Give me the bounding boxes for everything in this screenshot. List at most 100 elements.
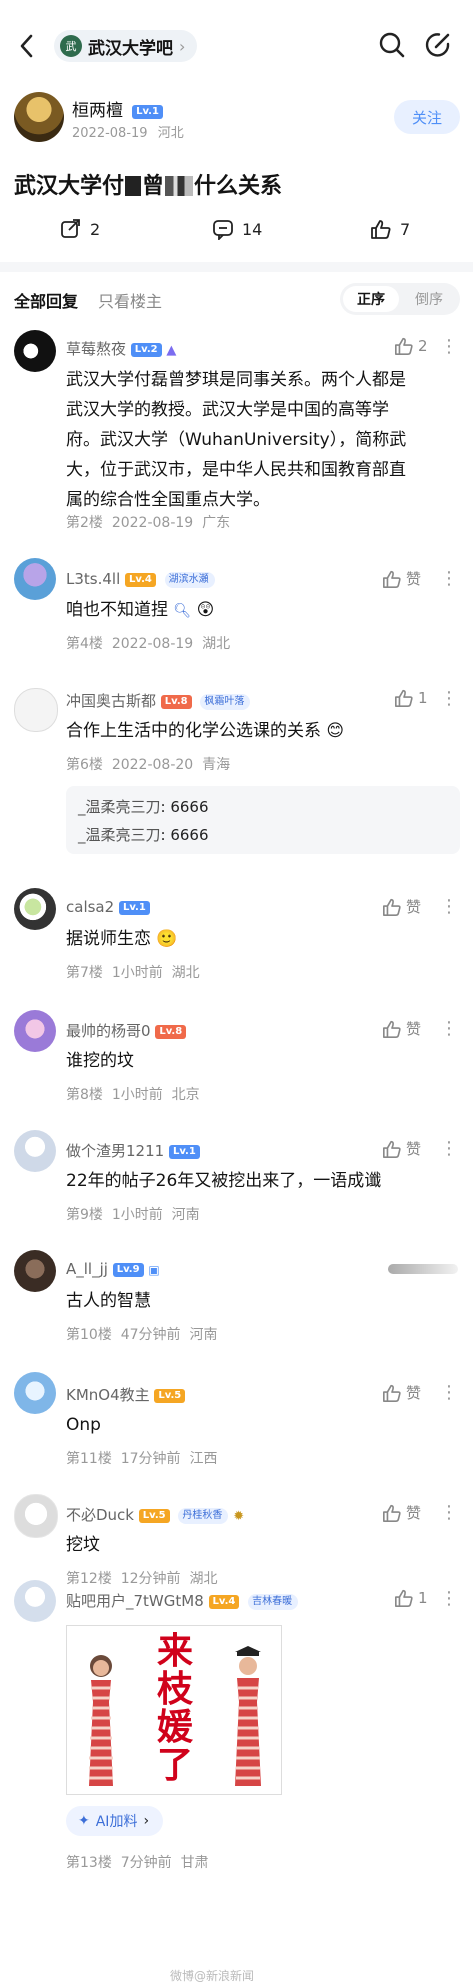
like-button[interactable]: 7 <box>370 218 410 240</box>
comment-avatar[interactable] <box>14 688 58 732</box>
chevron-right-icon: › <box>143 1813 150 1829</box>
order-asc[interactable]: 正序 <box>343 286 399 312</box>
comment-username[interactable]: 最帅的杨哥0 <box>66 1022 151 1040</box>
thumbs-up-icon <box>383 1140 401 1158</box>
more-options-icon[interactable]: ⋮ <box>440 336 458 357</box>
sub-reply-user[interactable]: _温柔亮三刀 <box>78 826 161 844</box>
comment-like-button[interactable]: 2 <box>394 336 428 356</box>
comment-username[interactable]: 做个渣男1211 <box>66 1142 164 1160</box>
floor-number: 第12楼 <box>66 1571 112 1587</box>
ai-addon-label: AI加料 <box>95 1814 138 1830</box>
thumbs-up-icon <box>383 570 401 588</box>
comment-username[interactable]: A_ll_jj <box>66 1260 108 1278</box>
comment-like-button[interactable]: 赞 <box>382 1502 421 1523</box>
comment-username[interactable]: calsa2 <box>66 898 114 916</box>
comment-username-row: A_ll_jj Lv.9 ▣ <box>66 1260 160 1278</box>
comment-username[interactable]: 草莓熬夜 <box>66 340 126 358</box>
share-button[interactable]: 2 <box>60 218 100 240</box>
level-badge: Lv.1 <box>168 1144 200 1159</box>
search-icon[interactable]: 🔍︎ <box>173 603 191 619</box>
more-options-icon[interactable]: ⋮ <box>440 1138 458 1159</box>
comment-time: 1小时前 <box>111 965 163 981</box>
order-desc[interactable]: 倒序 <box>401 286 457 312</box>
comment-like-button[interactable]: 赞 <box>382 568 421 589</box>
op-username[interactable]: 桓两檀 <box>72 101 123 121</box>
more-options-icon[interactable]: ⋮ <box>440 568 458 589</box>
more-options-icon[interactable]: ⋮ <box>440 896 458 917</box>
comment-avatar[interactable] <box>14 330 56 372</box>
level-badge: Lv.9 <box>112 1262 144 1277</box>
comment-time: 2022-08-19 <box>111 515 194 531</box>
thumbs-up-icon <box>395 1589 413 1607</box>
comment-avatar[interactable] <box>14 1580 56 1622</box>
comment-username[interactable]: 冲国奥古斯都 <box>66 692 156 710</box>
comment-avatar[interactable] <box>14 1130 56 1172</box>
more-options-icon[interactable]: ⋮ <box>440 1502 458 1523</box>
thumbs-up-icon <box>383 1384 401 1402</box>
sub-reply-user[interactable]: _温柔亮三刀 <box>78 798 161 816</box>
more-options-icon[interactable]: ⋮ <box>440 688 458 709</box>
floor-number: 第2楼 <box>66 515 103 531</box>
comment-button[interactable]: 14 <box>212 218 262 240</box>
comment-username[interactable]: L3ts.4ll <box>66 570 120 588</box>
comment-avatar[interactable] <box>14 558 56 600</box>
sub-replies[interactable]: _温柔亮三刀: 6666 _温柔亮三刀: 6666 <box>66 786 460 854</box>
sub-reply: _温柔亮三刀: 6666 <box>78 824 209 845</box>
ai-addon-button[interactable]: ✦ AI加料 › <box>66 1806 164 1836</box>
meme-image[interactable]: 来 枝 媛 了 <box>66 1625 282 1795</box>
comment-username[interactable]: 不必Duck <box>66 1506 134 1524</box>
comment-like-button[interactable]: 赞 <box>382 1382 421 1403</box>
comment-meta: 第12楼 12分钟前 湖北 <box>66 1568 217 1588</box>
comment-like-label: 赞 <box>406 1020 422 1038</box>
comment-username-row: KMnO4教主 Lv.5 <box>66 1384 186 1405</box>
comment-username[interactable]: 贴吧用户_7tWGtM8 <box>66 1592 204 1610</box>
comment-meta: 第9楼 1小时前 河南 <box>66 1204 200 1224</box>
comment-username[interactable]: KMnO4教主 <box>66 1386 150 1404</box>
user-tag: 枫霜叶落 <box>200 693 251 710</box>
comment-like-button[interactable]: 赞 <box>382 1018 421 1039</box>
more-options-icon[interactable]: ⋮ <box>440 1018 458 1039</box>
search-icon[interactable] <box>378 31 406 59</box>
comment-like-button[interactable]: 1 <box>394 1588 428 1608</box>
comment-avatar[interactable] <box>14 1250 56 1292</box>
more-options-icon[interactable]: ⋮ <box>440 1382 458 1403</box>
sub-reply-text: : 6666 <box>160 798 209 816</box>
comment-text-line: 属的综合性全国重点大学。 <box>66 490 270 510</box>
follow-button[interactable]: 关注 <box>394 100 460 134</box>
comment-avatar[interactable] <box>14 1494 58 1538</box>
op-avatar[interactable] <box>14 92 64 142</box>
emoji-icon: 😲 <box>196 600 215 620</box>
comment-location: 甘肃 <box>180 1855 209 1871</box>
op-name-row: 桓两檀 Lv.1 <box>72 96 163 121</box>
comment-avatar[interactable] <box>14 1010 56 1052</box>
compose-icon[interactable] <box>424 31 452 59</box>
forum-entry[interactable]: 武 武汉大学吧 › <box>54 30 198 62</box>
thumbs-up-icon <box>383 1020 401 1038</box>
section-divider <box>0 262 473 272</box>
comment-location: 青海 <box>202 757 231 773</box>
level-badge: Lv.5 <box>138 1508 170 1523</box>
share-count: 2 <box>90 219 101 239</box>
order-switch: 正序 倒序 <box>340 283 460 315</box>
sub-reply-text: : 6666 <box>160 826 209 844</box>
achievement-icon: ▣ <box>148 1263 160 1277</box>
comment-text-line: 武汉大学付磊曾梦琪是同事关系。两个人都是 <box>66 370 406 390</box>
forum-name: 武汉大学吧 <box>88 38 173 59</box>
comment-avatar[interactable] <box>14 1372 56 1414</box>
tab-all-replies[interactable]: 全部回复 <box>14 292 78 311</box>
comment-like-button[interactable]: 1 <box>394 688 428 708</box>
comment-text: 谁挖的坟 <box>66 1051 134 1071</box>
more-options-icon[interactable]: ⋮ <box>440 1588 458 1609</box>
comment-username-row: 不必Duck Lv.5 丹桂秋香 ✹ <box>66 1504 244 1525</box>
top-bar: 武 武汉大学吧 › <box>0 0 473 90</box>
share-icon <box>61 219 80 238</box>
comment-avatar[interactable] <box>14 888 56 930</box>
comment-like-button[interactable]: 赞 <box>382 1138 421 1159</box>
back-icon[interactable] <box>16 33 38 59</box>
comment-like-button[interactable]: 赞 <box>382 896 421 917</box>
tab-op-only[interactable]: 只看楼主 <box>98 292 162 311</box>
comment-meta: 第4楼 2022-08-19 湖北 <box>66 633 230 653</box>
comment-username-row: 最帅的杨哥0 Lv.8 <box>66 1020 187 1041</box>
sparkle-icon: ✦ <box>78 1813 90 1829</box>
floor-number: 第8楼 <box>66 1087 103 1103</box>
